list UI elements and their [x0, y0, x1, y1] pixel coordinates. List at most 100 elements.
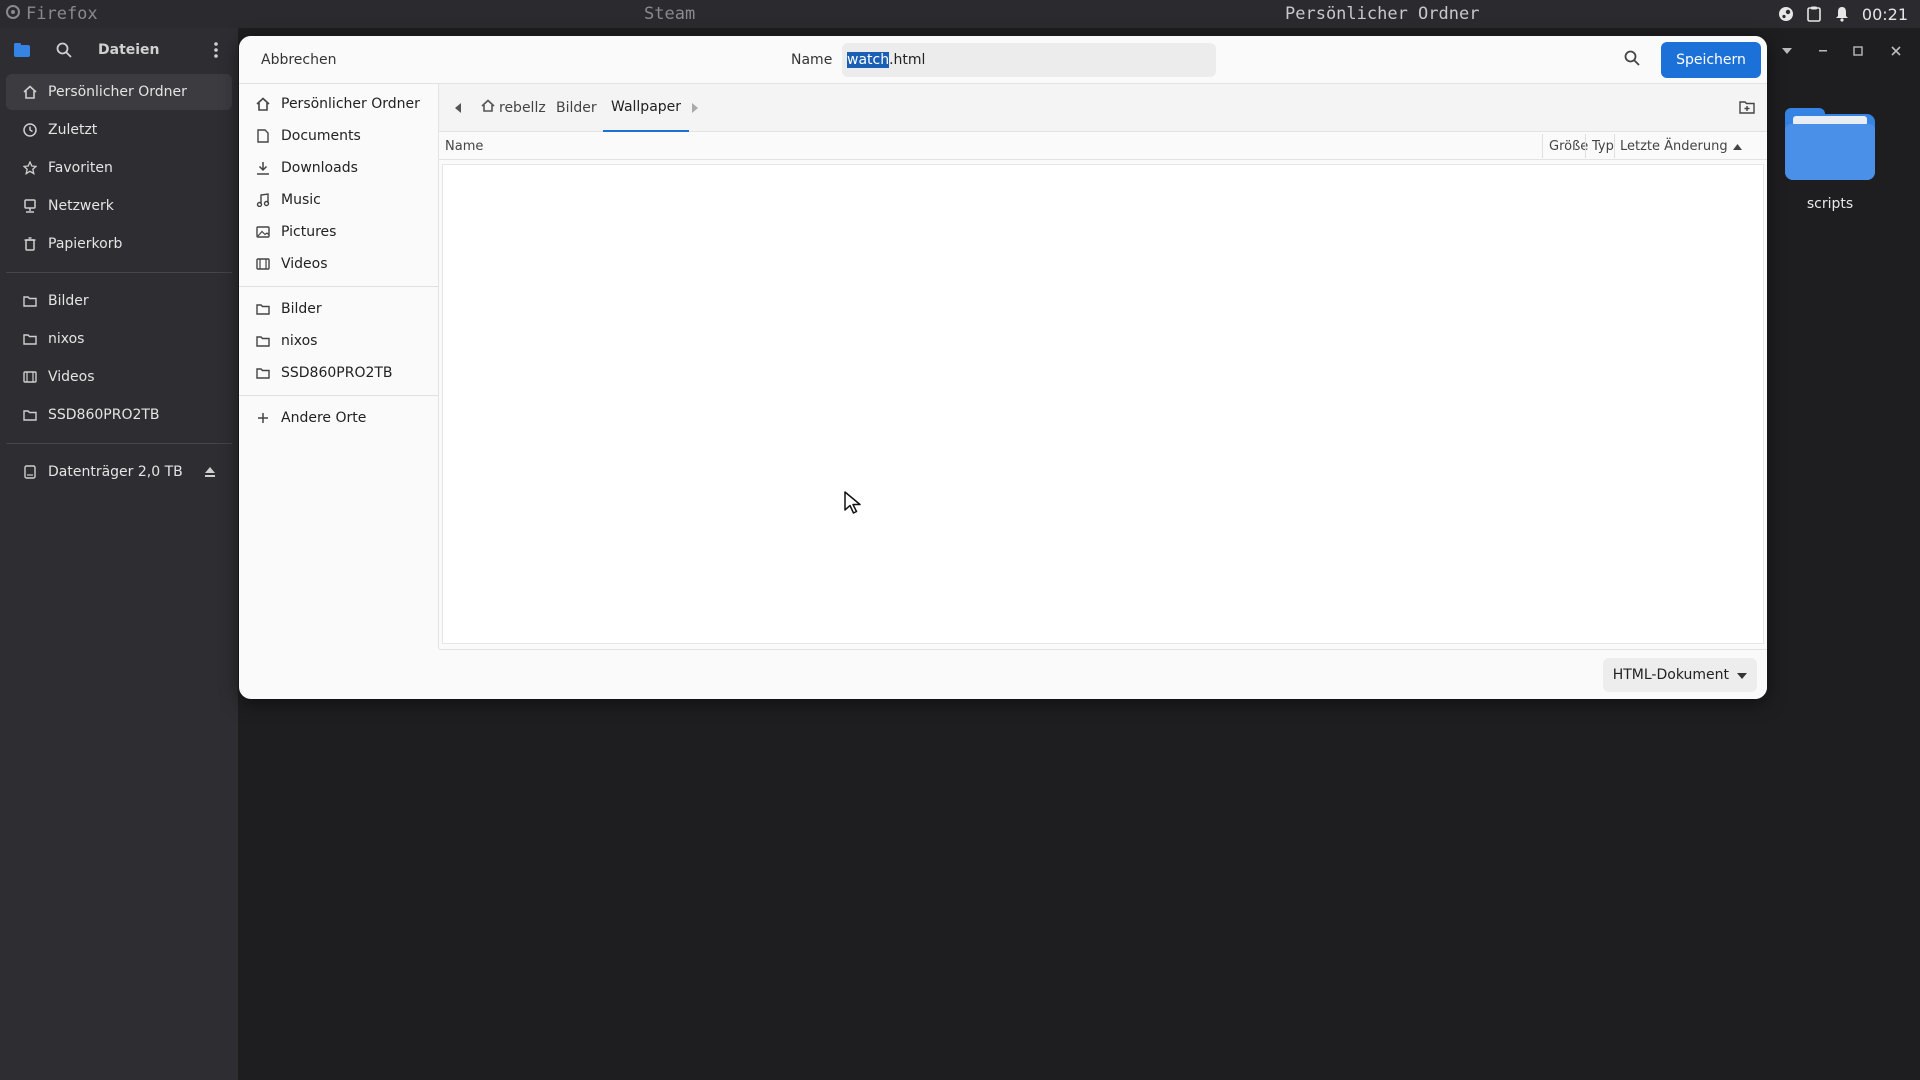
breadcrumb-home[interactable]: rebellz	[481, 84, 546, 132]
sidebar-item-home[interactable]: Persönlicher Ordner	[6, 74, 232, 110]
clock[interactable]: 00:21	[1862, 5, 1908, 24]
save-file-dialog: Abbrechen Name watch .html Speichern Pers…	[239, 36, 1767, 699]
sidebar-item-label: Persönlicher Ordner	[48, 84, 187, 100]
new-folder-icon[interactable]	[1739, 100, 1755, 116]
back-arrow-icon[interactable]	[454, 102, 464, 114]
folder-icon	[1785, 108, 1875, 180]
dialog-sidebar-item-home[interactable]: Persönlicher Ordner	[239, 88, 438, 120]
workspace-label: Steam	[644, 4, 696, 24]
dialog-sidebar-item-bilder[interactable]: Bilder	[239, 293, 438, 325]
chevron-down-icon	[1737, 667, 1747, 683]
filename-extension: .html	[889, 52, 926, 68]
window-title: Persönlicher Ordner	[1285, 4, 1480, 24]
sidebar-item-label: Bilder	[48, 293, 89, 309]
sidebar-item-videos[interactable]: Videos	[6, 359, 232, 395]
dropdown-arrow-icon[interactable]	[1776, 40, 1798, 62]
picture-icon	[255, 224, 271, 240]
desktop-folder-scripts[interactable]: scripts	[1782, 108, 1878, 212]
dialog-sidebar-item-videos[interactable]: Videos	[239, 248, 438, 280]
file-manager-sidebar: Dateien Persönlicher Ordner Zuletzt Favo…	[0, 28, 238, 1080]
sidebar-item-label: Papierkorb	[48, 236, 123, 252]
maximize-icon[interactable]	[1847, 40, 1869, 62]
download-icon	[255, 160, 271, 176]
workspace-firefox[interactable]: Firefox	[6, 4, 98, 24]
sidebar-divider	[239, 286, 438, 287]
column-divider	[1614, 134, 1615, 158]
breadcrumb-label: Wallpaper	[611, 98, 682, 115]
folder-icon	[255, 365, 271, 381]
sidebar-item-drive[interactable]: Datenträger 2,0 TB	[6, 454, 232, 490]
dialog-sidebar-label: Videos	[281, 256, 328, 272]
sidebar-item-label: Videos	[48, 369, 95, 385]
dialog-sidebar-item-documents[interactable]: Documents	[239, 120, 438, 152]
search-icon[interactable]	[56, 42, 72, 62]
folder-icon	[22, 293, 38, 309]
forward-arrow-icon[interactable]	[691, 102, 701, 114]
home-icon	[255, 96, 271, 112]
breadcrumb-bilder[interactable]: Bilder	[556, 84, 597, 132]
dialog-sidebar-item-other-locations[interactable]: Andere Orte	[239, 402, 438, 434]
column-divider	[1585, 134, 1586, 158]
search-icon[interactable]	[1624, 50, 1644, 70]
save-button[interactable]: Speichern	[1661, 42, 1761, 78]
cancel-button[interactable]: Abbrechen	[261, 52, 336, 68]
file-type-filter[interactable]: HTML-Dokument	[1602, 658, 1757, 692]
sidebar-item-label: Netzwerk	[48, 198, 114, 214]
file-manager-header: Dateien	[0, 28, 238, 72]
sidebar-item-label: Zuletzt	[48, 122, 98, 138]
column-size[interactable]: Größe	[1549, 132, 1588, 160]
video-icon	[255, 256, 271, 272]
dialog-sidebar-label: Andere Orte	[281, 410, 367, 426]
sidebar-item-bilder[interactable]: Bilder	[6, 283, 232, 319]
sidebar-item-ssd[interactable]: SSD860PRO2TB	[6, 397, 232, 433]
dialog-sidebar-label: Music	[281, 192, 321, 208]
steam-icon[interactable]	[1778, 6, 1794, 22]
sidebar-item-label: nixos	[48, 331, 85, 347]
file-list[interactable]	[442, 164, 1764, 644]
dialog-sidebar-label: nixos	[281, 333, 318, 349]
home-icon	[22, 84, 38, 100]
sidebar-item-trash[interactable]: Papierkorb	[6, 226, 232, 262]
dialog-sidebar-item-ssd[interactable]: SSD860PRO2TB	[239, 357, 438, 389]
top-bar: Firefox Steam Persönlicher Ordner 00:21	[0, 0, 1920, 28]
sidebar-item-favorites[interactable]: Favoriten	[6, 150, 232, 186]
firefox-icon	[6, 4, 20, 24]
dialog-sidebar-item-pictures[interactable]: Pictures	[239, 216, 438, 248]
dialog-footer: HTML-Dokument	[439, 649, 1767, 699]
name-label: Name	[791, 51, 833, 68]
workspace-label: Firefox	[26, 4, 98, 24]
dialog-sidebar-item-music[interactable]: Music	[239, 184, 438, 216]
desktop-icon-label: scripts	[1806, 196, 1854, 212]
minimize-icon[interactable]	[1812, 40, 1834, 62]
sidebar-item-network[interactable]: Netzwerk	[6, 188, 232, 224]
dialog-sidebar-item-nixos[interactable]: nixos	[239, 325, 438, 357]
breadcrumb-wallpaper[interactable]: Wallpaper	[603, 84, 690, 132]
column-type[interactable]: Typ	[1592, 132, 1614, 160]
sidebar-item-nixos[interactable]: nixos	[6, 321, 232, 357]
eject-icon[interactable]	[204, 466, 216, 482]
dialog-header: Abbrechen Name watch .html Speichern	[239, 36, 1767, 84]
dialog-sidebar-label: Downloads	[281, 160, 358, 176]
column-modified[interactable]: Letzte Änderung	[1620, 132, 1742, 160]
dialog-sidebar-item-downloads[interactable]: Downloads	[239, 152, 438, 184]
sidebar-item-label: SSD860PRO2TB	[48, 407, 160, 423]
recent-icon	[22, 122, 38, 138]
sidebar-item-recent[interactable]: Zuletzt	[6, 112, 232, 148]
path-bar: rebellz Bilder Wallpaper	[439, 84, 1767, 132]
workspace-steam[interactable]: Steam	[644, 4, 695, 24]
menu-icon[interactable]	[214, 42, 218, 62]
music-icon	[255, 192, 271, 208]
sort-ascending-icon	[1732, 139, 1742, 154]
column-modified-label: Letzte Änderung	[1620, 138, 1728, 154]
sidebar-divider	[6, 272, 232, 273]
folder-icon	[22, 407, 38, 423]
bell-icon[interactable]	[1834, 6, 1850, 22]
folder-icon	[22, 331, 38, 347]
filename-input[interactable]: watch .html	[842, 43, 1216, 77]
files-app-icon	[14, 43, 30, 61]
close-icon[interactable]	[1885, 40, 1907, 62]
folder-icon	[255, 333, 271, 349]
clipboard-icon[interactable]	[1806, 6, 1822, 22]
dialog-sidebar-label: SSD860PRO2TB	[281, 365, 393, 381]
column-name[interactable]: Name	[445, 132, 483, 160]
